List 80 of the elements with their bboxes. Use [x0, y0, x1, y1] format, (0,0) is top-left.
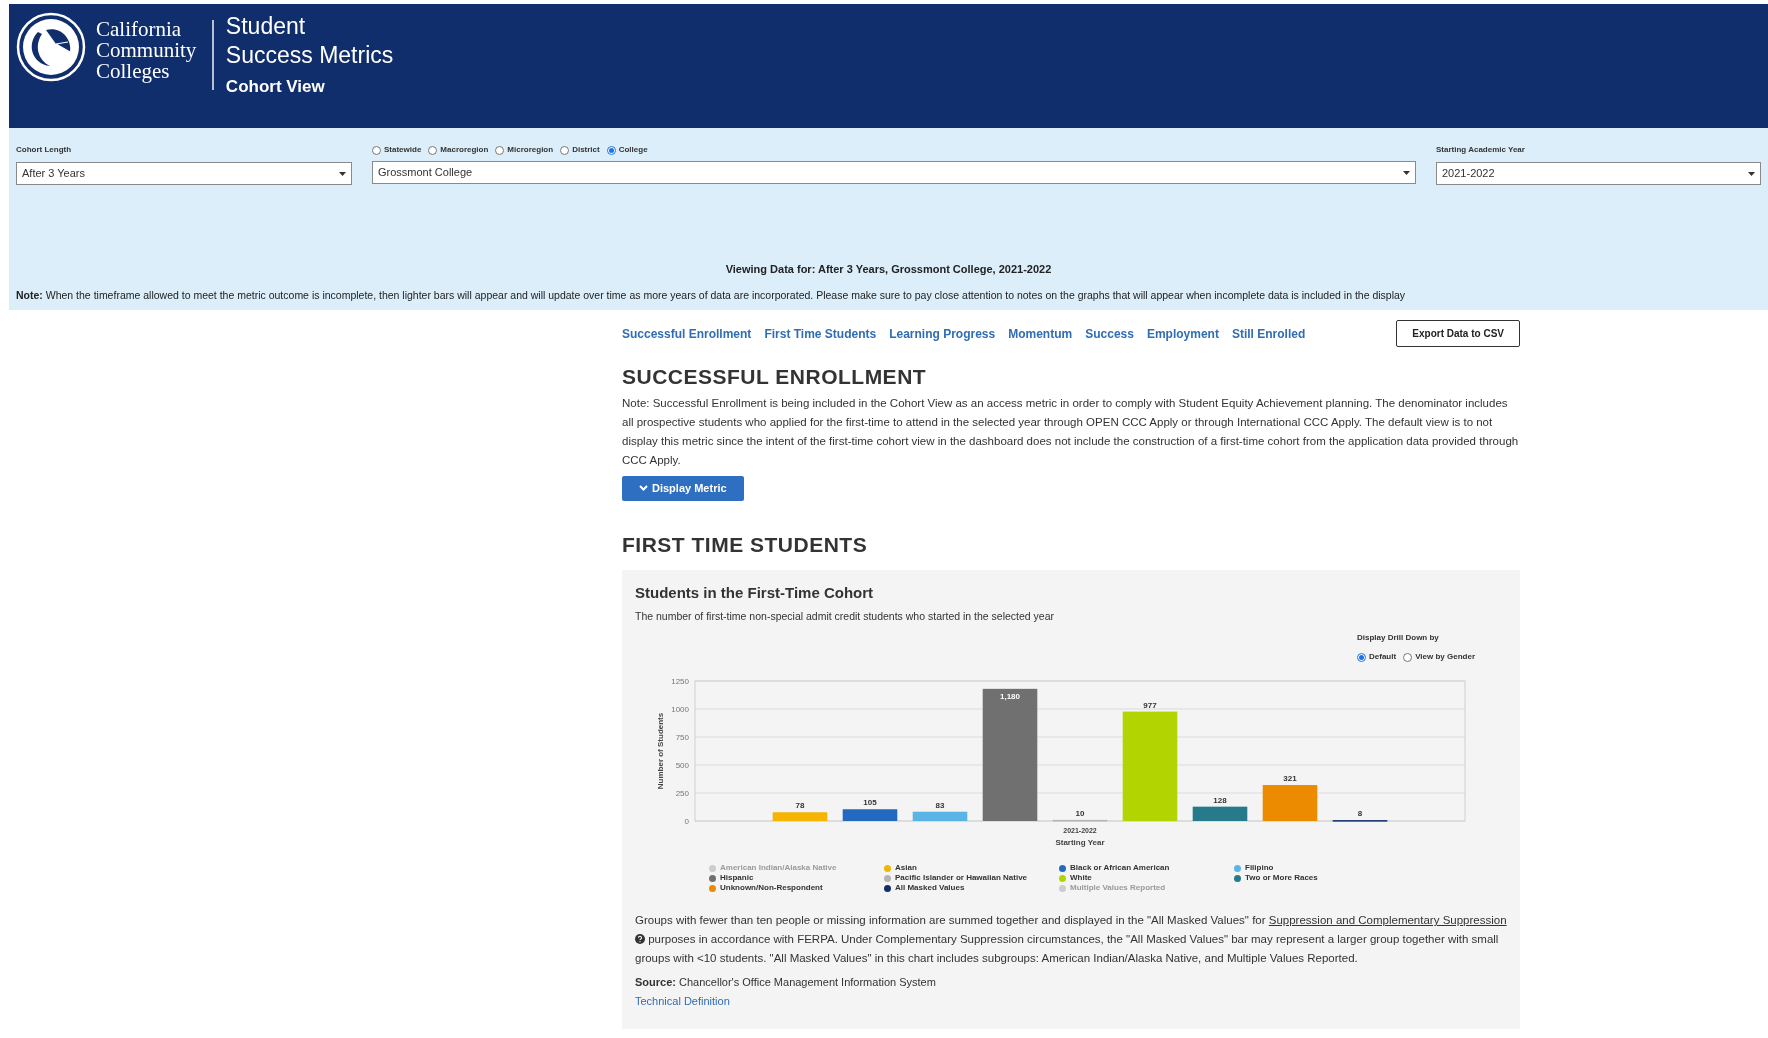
x-axis-title: Starting Year: [1055, 838, 1105, 848]
radio-button[interactable]: [372, 145, 381, 155]
card-subtitle: The number of first-time non-special admit credit students who started in the selected year: [635, 608, 1056, 624]
data-label: 105: [863, 798, 877, 808]
legend-label[interactable]: White: [1070, 872, 1092, 885]
radio-label: District: [572, 144, 600, 156]
section-heading: FIRST TIME STUDENTS: [622, 531, 869, 558]
data-label: 78: [795, 801, 805, 811]
section-nav-link[interactable]: Still Enrolled: [1231, 324, 1306, 343]
axis-tick-label: 0: [684, 817, 689, 827]
legend-label[interactable]: Asian: [895, 862, 917, 875]
axis-tick-label: 250: [675, 789, 689, 799]
suppression-footnote: Groups with fewer than ten people or missing information are summed together and displayed in the "All Masked Values" for Suppression and Complementary Suppression purposes in accordance with FERPA. Under Complementary Suppression circumstances, the "All Masked Values" bar may represent a larger group together with small groups with <10 students. "All Masked Values" in this chart includes subgroups: American Indian/Alaska Native, and Multiple Values Reported.: [635, 913, 1507, 967]
dropdown-caret-icon: [339, 171, 346, 176]
bar: [772, 812, 828, 822]
data-label: 321: [1283, 774, 1297, 784]
data-label: 128: [1213, 795, 1227, 805]
radio-button[interactable]: [560, 145, 570, 155]
field-label: Starting Academic Year: [1436, 144, 1526, 156]
data-label: 10: [1075, 809, 1085, 819]
viewing-data-text: Viewing Data for: After 3 Years, Grossmont College, 2021-2022: [724, 262, 1053, 277]
legend-label[interactable]: Black or African American: [1070, 862, 1170, 875]
technical-definition-link[interactable]: Technical Definition: [635, 992, 1507, 1010]
radio-button[interactable]: [1357, 652, 1366, 662]
export-csv-button[interactable]: Export Data to CSV: [1396, 320, 1520, 347]
radio-label: Default: [1369, 651, 1397, 664]
source-text: Source: Chancellor's Office Management Information System: [635, 975, 937, 991]
help-icon: [635, 934, 645, 945]
logo-wordmark: California Community Colleges: [96, 19, 197, 82]
bar: [1192, 806, 1248, 822]
legend-label[interactable]: Pacific Islander or Hawaiian Native: [895, 872, 1028, 885]
dropdown-caret-icon: [1403, 170, 1410, 175]
card-title: Students in the First-Time Cohort: [635, 583, 875, 603]
data-label: 1,180: [1000, 692, 1020, 702]
bar: [1262, 785, 1318, 822]
legend-label[interactable]: All Masked Values: [895, 882, 965, 895]
radio-button[interactable]: [606, 145, 616, 155]
legend-label[interactable]: Unknown/Non-Respondent: [720, 882, 823, 895]
axis-tick-label: 750: [675, 733, 689, 743]
data-label: 83: [935, 800, 945, 810]
app-subtitle: Cohort View: [225, 76, 326, 98]
section-heading: SUCCESSFUL ENROLLMENT: [622, 364, 928, 390]
section-nav-link[interactable]: Success: [1085, 324, 1134, 343]
logo-emblem-icon: [16, 12, 86, 82]
field-label: Cohort Length: [16, 144, 73, 156]
display-metric-button[interactable]: Display Metric: [622, 475, 744, 501]
radio-label: Statewide: [384, 144, 422, 156]
radio-label: Microregion: [507, 144, 554, 156]
radio-label: College: [618, 144, 648, 156]
data-label: 977: [1143, 700, 1157, 710]
axis-tick-label: 1250: [671, 677, 689, 687]
chevron-down-icon: [639, 485, 648, 491]
radio-button[interactable]: [428, 145, 438, 155]
legend-label[interactable]: Hispanic: [720, 872, 754, 885]
radio-button[interactable]: [495, 145, 505, 155]
radio-button[interactable]: [1403, 652, 1413, 662]
radio-label: Macroregion: [440, 144, 489, 156]
section-nav-link[interactable]: Employment: [1146, 324, 1219, 343]
y-axis-title: Number of Students: [656, 713, 665, 790]
legend-label[interactable]: Two or More Races: [1245, 872, 1318, 885]
section-nav-link[interactable]: Momentum: [1008, 324, 1073, 343]
note-text: Note: When the timeframe allowed to meet the metric outcome is incomplete, then lighter bars will appear and will update over time as more years of data are incorporated. Please make sure to pay close attention to notes on the graphs that will appear when incomplete data is included in the display: [16, 287, 1407, 303]
axis-tick-label: 1000: [671, 705, 689, 715]
dropdown-caret-icon: [1748, 171, 1755, 176]
axis-tick-label: 500: [675, 761, 689, 771]
legend-label[interactable]: Filipino: [1245, 862, 1274, 875]
drill-down-label: Display Drill Down by: [1357, 632, 1440, 645]
select-dropdown[interactable]: After 3 Years: [16, 162, 352, 185]
select-dropdown[interactable]: 2021-2022: [1436, 162, 1761, 185]
select-dropdown[interactable]: Grossmont College: [372, 161, 1416, 184]
data-label: 8: [1357, 809, 1363, 819]
suppression-link[interactable]: Suppression and Complementary Suppression: [1268, 914, 1507, 927]
radio-label: View by Gender: [1415, 651, 1475, 664]
app-title: Student Success Metrics: [225, 12, 394, 70]
section-nav-link[interactable]: First Time Students: [764, 324, 877, 343]
section-nav-link[interactable]: Successful Enrollment: [622, 324, 752, 343]
bar: [912, 811, 968, 822]
section-nav-link[interactable]: Learning Progress: [889, 324, 996, 343]
section-note: Note: Successful Enrollment is being included in the Cohort View as an access metric in order to comply with Student Equity Achievement planning. The denominator includes all prospective students who applied for the first-time to attend in the selected year through OPEN CCC Apply or through International CCC Apply. The default view is to not display this metric since the intent of the first-time cohort view in the dashboard does not include the construction of a first-time cohort from the application data provided through CCC Apply.: [622, 395, 1520, 468]
bar: [842, 809, 898, 822]
